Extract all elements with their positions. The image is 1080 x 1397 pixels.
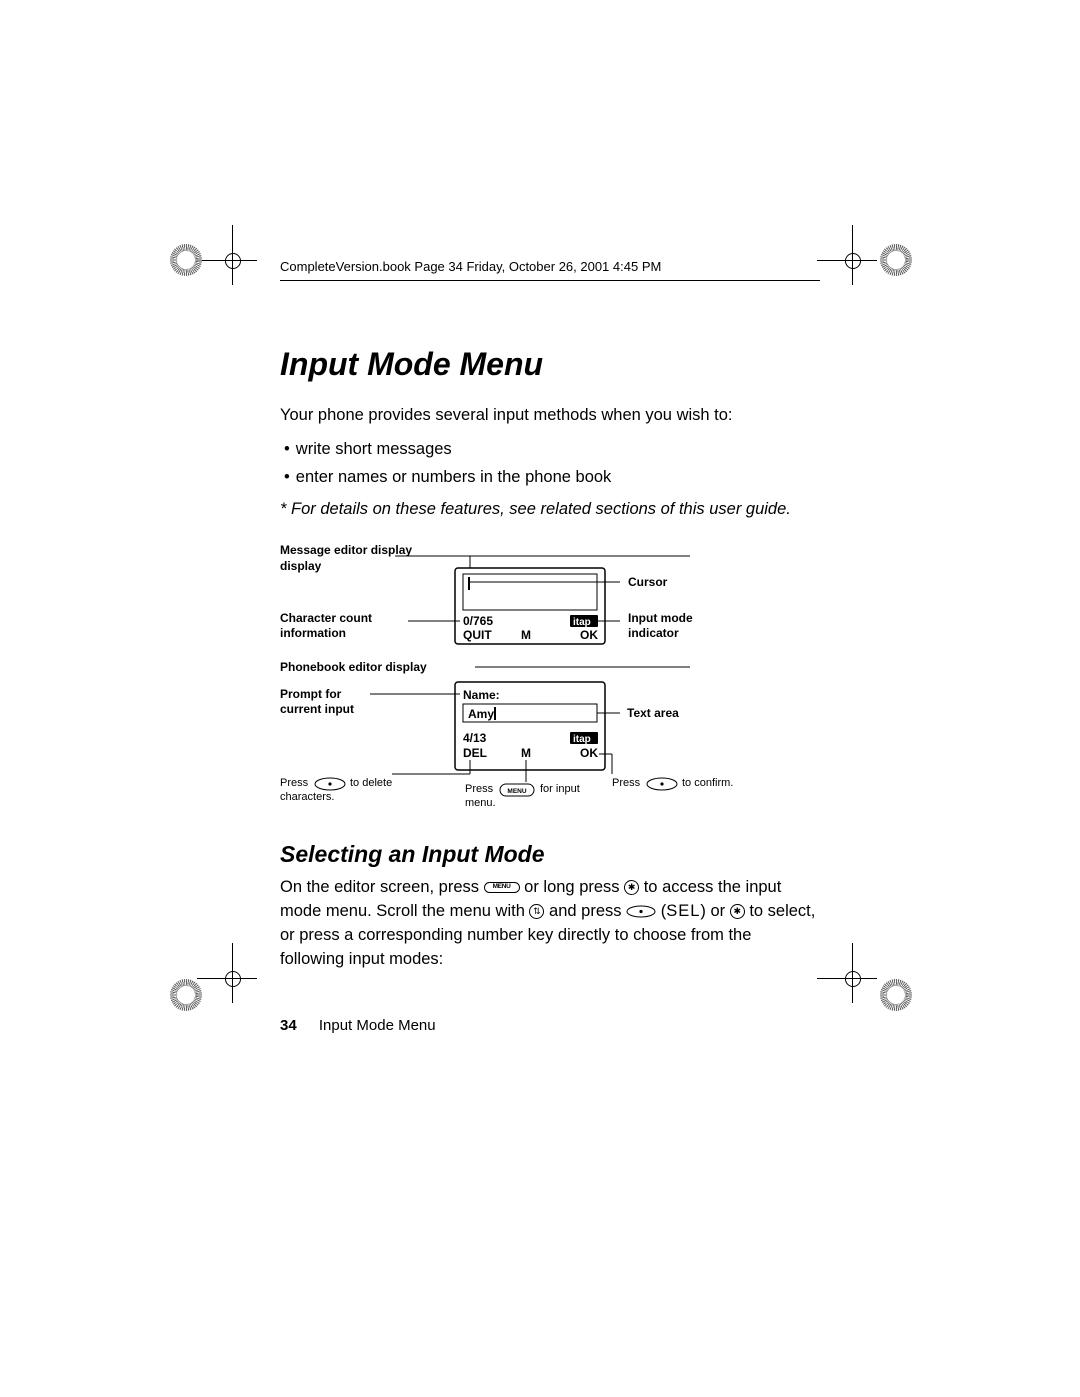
page-title: Input Mode Menu	[280, 347, 820, 382]
char-count-value: 0/765	[463, 614, 493, 628]
softkey-left: DEL	[463, 746, 487, 760]
label-message-editor-2: display	[280, 559, 322, 573]
device-screen-diagram: Message editor display 0/765 itap QUIT M…	[280, 542, 825, 817]
bullet-item: enter names or numbers in the phone book	[280, 466, 820, 490]
svg-text:to delete: to delete	[350, 777, 392, 789]
label-char-count-2: information	[280, 626, 346, 640]
spiral-icon	[880, 244, 912, 276]
svg-text:Prompt for: Prompt for	[280, 687, 342, 701]
svg-text:Press: Press	[465, 783, 494, 795]
crop-mark-bottom-right	[827, 953, 877, 1003]
svg-text:menu.: menu.	[465, 797, 496, 809]
spiral-icon	[170, 979, 202, 1011]
label-prompt-2: current input	[280, 702, 354, 716]
label-input-mode: Input mode	[628, 611, 693, 625]
sel-label: SEL	[666, 902, 700, 920]
ok-key-icon: ✱	[624, 880, 639, 895]
crop-mark-top-right	[827, 235, 877, 285]
svg-text:indicator: indicator	[628, 626, 679, 640]
footnote: * For details on these features, see rel…	[280, 498, 820, 522]
crop-mark-bottom-left	[207, 953, 257, 1003]
svg-text:to confirm.: to confirm.	[682, 777, 733, 789]
svg-text:display: display	[280, 559, 322, 573]
text-run: ) or	[700, 902, 729, 920]
svg-text:MENU: MENU	[507, 788, 526, 795]
softkey-right: OK	[580, 746, 598, 760]
text-run: or long press	[524, 878, 624, 896]
svg-text:for input: for input	[540, 783, 580, 795]
meta-header: CompleteVersion.book Page 34 Friday, Oct…	[280, 258, 820, 281]
label-char-count: Character count	[280, 611, 372, 625]
foot-right-post: to confirm.	[682, 777, 733, 789]
intro-bullets: write short messages enter names or numb…	[280, 438, 820, 490]
text-run: and press	[549, 902, 626, 920]
softkey-button-icon	[647, 778, 677, 790]
page-number: 34	[280, 1017, 297, 1034]
ok-key-icon: ✱	[730, 904, 745, 919]
svg-text:current input: current input	[280, 702, 354, 716]
svg-text:characters.: characters.	[280, 791, 334, 803]
content-column: CompleteVersion.book Page 34 Friday, Oct…	[280, 258, 820, 1036]
softkey-mid: M	[521, 746, 531, 760]
nav-key-icon: ⇅	[529, 904, 544, 919]
svg-text:Press: Press	[280, 777, 309, 789]
input-mode-chip: itap	[573, 617, 591, 628]
diagrams: Message editor display 0/765 itap QUIT M…	[280, 542, 820, 817]
label-prompt: Prompt for	[280, 687, 342, 701]
softkey-right: OK	[580, 628, 598, 642]
foot-left-post-1: to delete	[350, 777, 392, 789]
label-input-mode-2: indicator	[628, 626, 679, 640]
svg-text:Character count: Character count	[280, 611, 372, 625]
pb-count: 4/13	[463, 731, 487, 745]
input-mode-chip: itap	[573, 734, 591, 745]
label-text-area: Text area	[627, 706, 679, 720]
page: CompleteVersion.book Page 34 Friday, Oct…	[0, 0, 1080, 1397]
spiral-icon	[170, 244, 202, 276]
text-run: On the editor screen, press	[280, 878, 484, 896]
section-name: Input Mode Menu	[319, 1017, 436, 1034]
foot-mid-post-2: menu.	[465, 797, 496, 809]
softkey-left: QUIT	[463, 628, 492, 642]
page-footer: 34 Input Mode Menu	[280, 1016, 820, 1036]
field-value: Amy	[468, 707, 494, 721]
svg-text:information: information	[280, 626, 346, 640]
foot-mid-post-1: for input	[540, 783, 580, 795]
label-phonebook-editor: Phonebook editor display	[280, 660, 427, 674]
foot-mid-pre: Press	[465, 783, 494, 795]
softkey-button-icon	[315, 778, 345, 790]
body-paragraph: On the editor screen, press MENU or long…	[280, 876, 820, 972]
foot-left-post-2: characters.	[280, 791, 334, 803]
spiral-icon	[880, 979, 912, 1011]
field-prompt: Name:	[463, 688, 500, 702]
crop-mark-top-left	[207, 235, 257, 285]
menu-button-icon: MENU	[500, 784, 534, 796]
bullet-item: write short messages	[280, 438, 820, 462]
foot-left-pre: Press	[280, 777, 309, 789]
svg-text:Input mode: Input mode	[628, 611, 693, 625]
softkey-mid: M	[521, 628, 531, 642]
svg-text:Press: Press	[612, 777, 641, 789]
label-cursor: Cursor	[628, 575, 668, 589]
foot-right-pre: Press	[612, 777, 641, 789]
intro-paragraph: Your phone provides several input method…	[280, 404, 820, 428]
section-heading: Selecting an Input Mode	[280, 841, 820, 868]
svg-text:Message editor display: Message editor display	[280, 543, 412, 557]
label-message-editor: Message editor display	[280, 543, 412, 557]
softkey-button-icon	[626, 905, 656, 918]
menu-button-icon: MENU	[484, 882, 520, 894]
